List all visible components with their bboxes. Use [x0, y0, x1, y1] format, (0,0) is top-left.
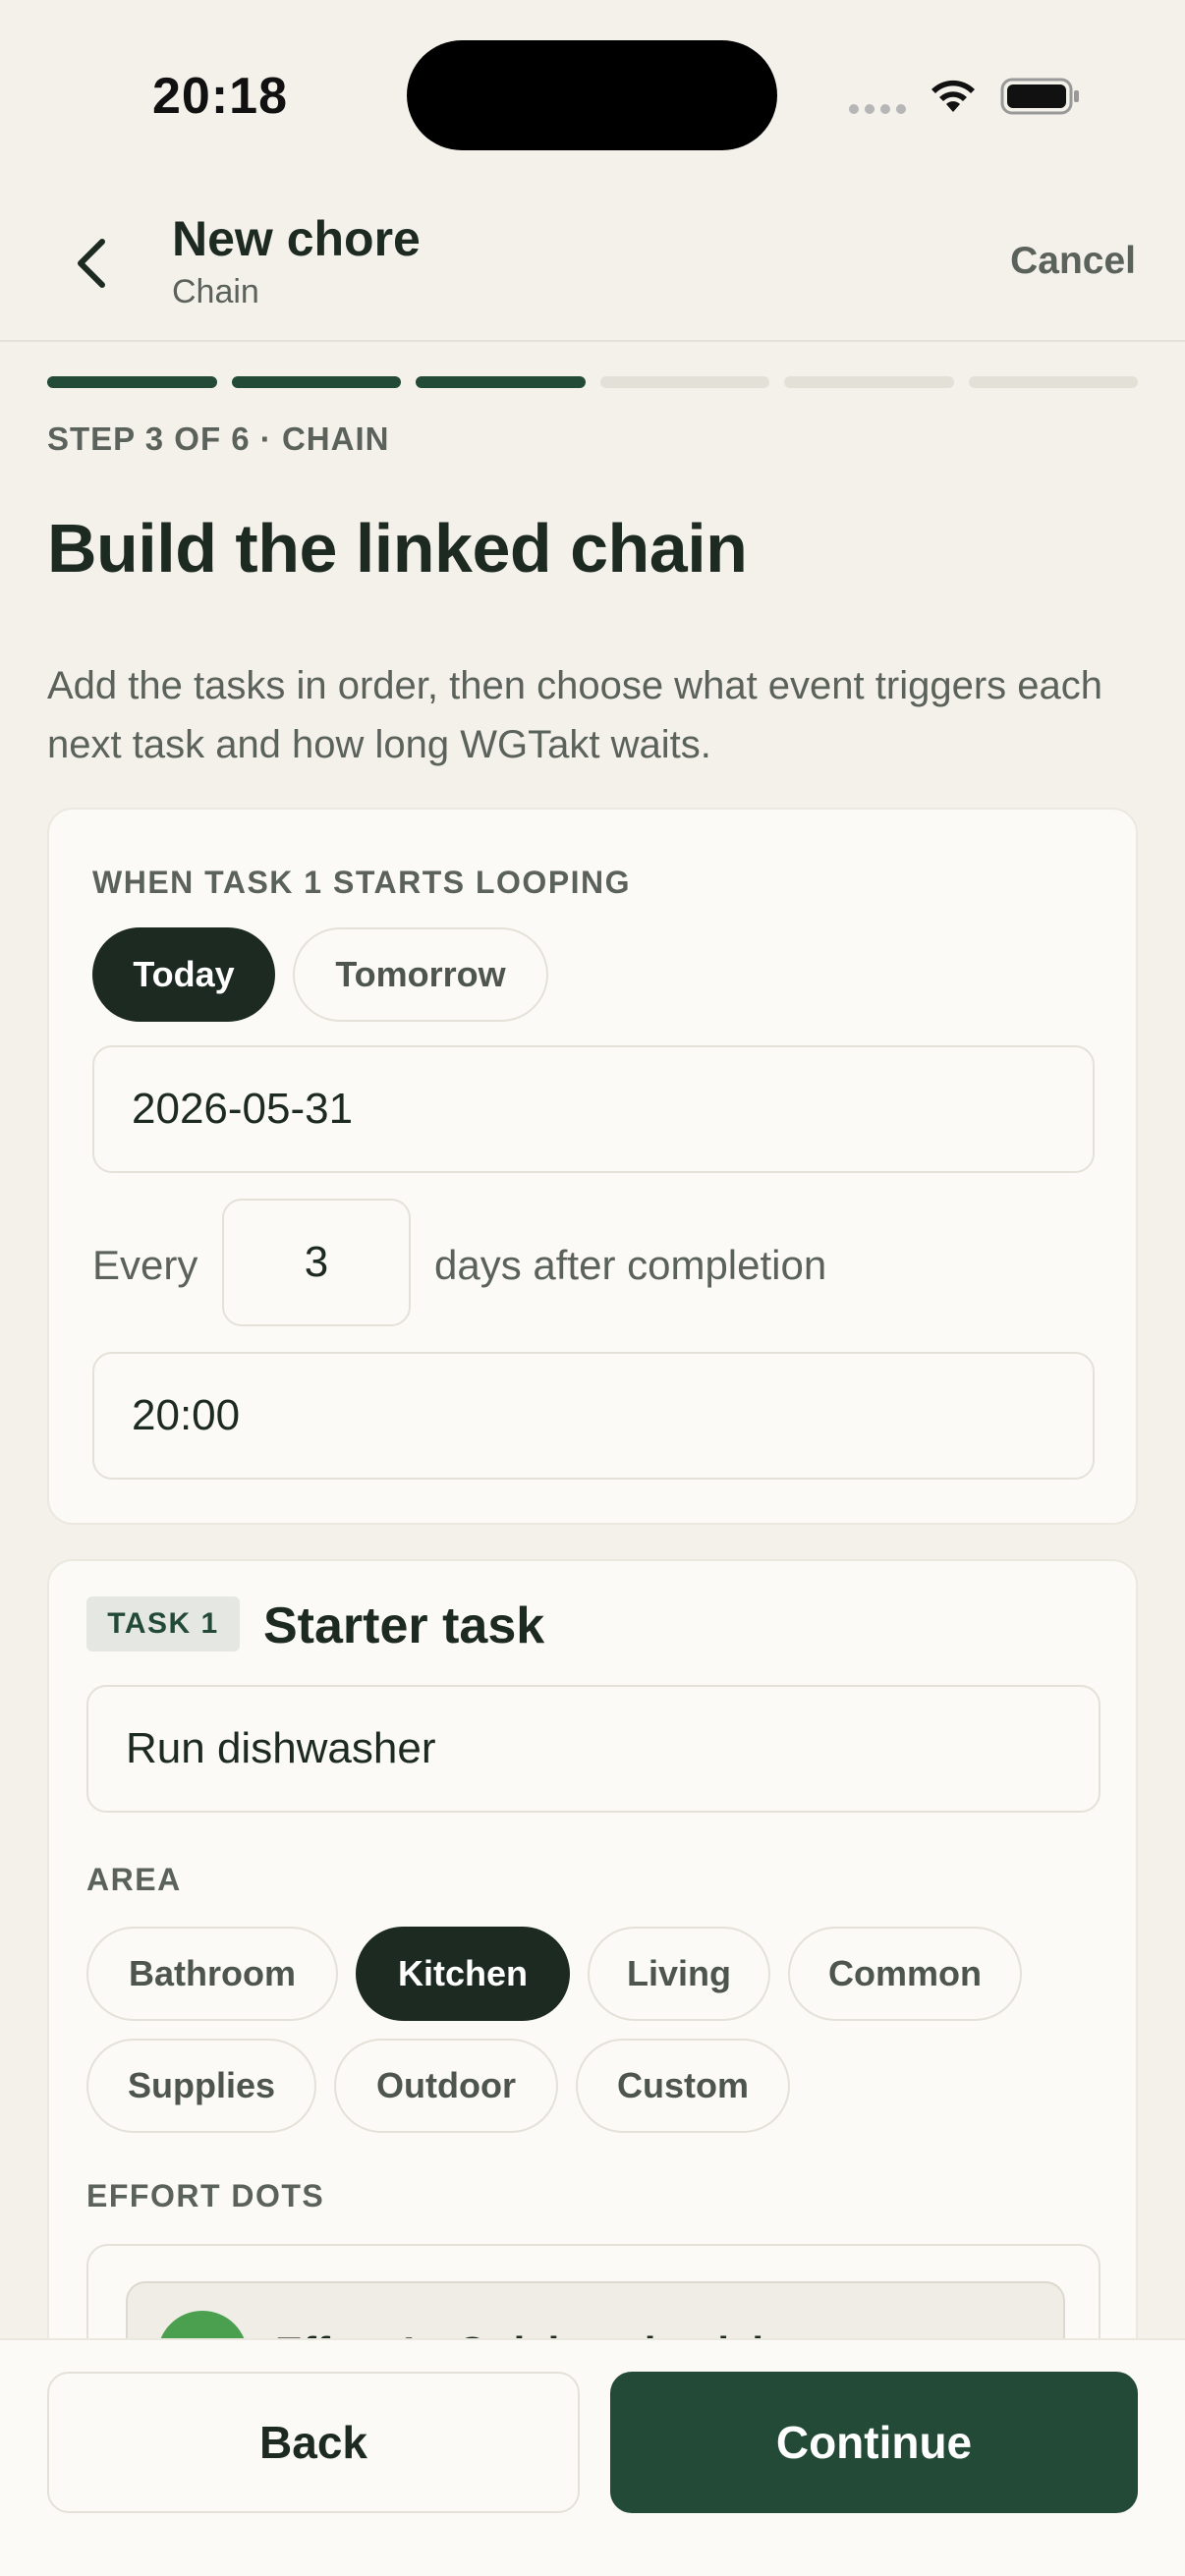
area-option-custom[interactable]: Custom: [576, 2039, 790, 2133]
task-name-input[interactable]: Run dishwasher: [86, 1685, 1100, 1813]
interval-days-input[interactable]: 3: [222, 1199, 411, 1326]
area-option-living[interactable]: Living: [588, 1927, 770, 2021]
progress-segment: [416, 376, 586, 388]
every-label: Every: [92, 1242, 198, 1288]
area-option-outdoor[interactable]: Outdoor: [334, 2039, 558, 2133]
cancel-button[interactable]: Cancel: [1010, 240, 1136, 283]
area-option-common[interactable]: Common: [788, 1927, 1022, 2021]
start-date-field[interactable]: 2026-05-31: [92, 1045, 1095, 1173]
area-option-kitchen[interactable]: Kitchen: [356, 1927, 570, 2021]
day-option-today[interactable]: Today: [92, 927, 275, 1022]
bottom-action-bar: Back Continue: [0, 2338, 1185, 2576]
header-subtitle: Chain: [172, 273, 259, 310]
step-label: STEP 3 OF 6 · CHAIN: [47, 420, 390, 457]
effort-dots-label: EFFORT DOTS: [86, 2178, 325, 2213]
task-card: TASK 1 Starter task Run dishwasher AREA …: [47, 1559, 1138, 2499]
area-label: AREA: [86, 1862, 182, 1897]
cellular-dots-icon: [849, 104, 906, 114]
progress-segment: [784, 376, 954, 388]
progress-segment: [968, 376, 1138, 388]
start-time-field[interactable]: 20:00: [92, 1352, 1095, 1480]
loop-start-card: WHEN TASK 1 STARTS LOOPING Today Tomorro…: [47, 808, 1138, 1525]
progress-segment: [599, 376, 769, 388]
header-title: New chore: [172, 211, 421, 266]
task-number-badge: TASK 1: [86, 1596, 240, 1652]
task-title: Starter task: [263, 1597, 545, 1654]
wifi-icon: [931, 80, 975, 112]
battery-icon: [1000, 78, 1079, 115]
area-option-bathroom[interactable]: Bathroom: [86, 1927, 338, 2021]
nav-header: New chore Chain Cancel: [0, 187, 1185, 342]
page-description: Add the tasks in order, then choose what…: [47, 664, 1102, 766]
page-title: Build the linked chain: [47, 510, 748, 587]
progress-segment: [47, 376, 217, 388]
step-progress-bar: [47, 376, 1138, 388]
interval-suffix-label: days after completion: [434, 1242, 827, 1288]
progress-segment: [231, 376, 401, 388]
dynamic-island: [407, 40, 777, 150]
continue-button[interactable]: Continue: [610, 2372, 1138, 2513]
area-option-supplies[interactable]: Supplies: [86, 2039, 316, 2133]
back-button[interactable]: Back: [47, 2372, 580, 2513]
loop-section-label: WHEN TASK 1 STARTS LOOPING: [92, 865, 632, 900]
status-time: 20:18: [152, 68, 288, 125]
chevron-left-icon[interactable]: [69, 234, 118, 293]
day-option-tomorrow[interactable]: Tomorrow: [293, 927, 548, 1022]
status-bar: 20:18: [0, 0, 1185, 187]
